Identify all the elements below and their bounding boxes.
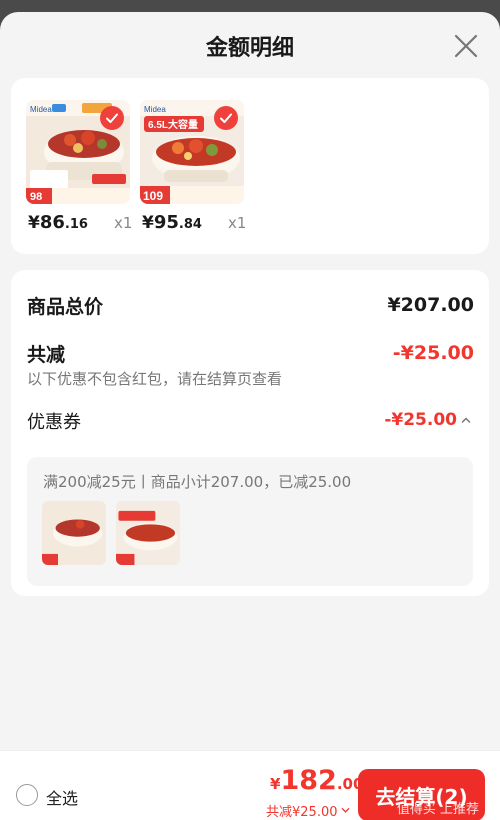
summary-card: 商品总价 ¥207.00 共减 -¥25.00 以下优惠不包含红包，请在结算页查… (11, 270, 489, 596)
coupon-detail-text: 满200减25元丨商品小计207.00，已减25.00 (43, 473, 352, 491)
sheet-title: 金额明细 (205, 36, 294, 61)
checkout-bar: 全选 ¥182.00 共减¥25.00 去结算(2) 值得买 上推荐 (0, 750, 500, 820)
product-item[interactable]: Midea 6.5L大容量 109 ¥95.84 x1 (140, 100, 246, 233)
check-icon (220, 113, 232, 123)
coupon-product-thumb (116, 501, 180, 565)
payable-total: ¥182.00 (270, 765, 364, 796)
product-price: ¥95.84 (142, 212, 202, 233)
select-all-radio[interactable] (16, 784, 38, 806)
checkout-button[interactable]: 去结算(2) 值得买 上推荐 (358, 769, 485, 820)
discount-summary-toggle[interactable]: 共减¥25.00 (266, 801, 350, 820)
product-image: Midea 98 (26, 100, 130, 204)
close-button[interactable] (452, 32, 480, 60)
discount-label: 共减 (27, 344, 66, 366)
product-image: Midea 6.5L大容量 109 (140, 100, 244, 204)
svg-text:109: 109 (143, 189, 163, 203)
coupon-toggle[interactable]: -¥25.00 (384, 410, 471, 430)
product-price: ¥86.16 (28, 212, 88, 233)
close-icon (454, 34, 478, 58)
chevron-down-icon (341, 808, 349, 813)
brand-logo: Midea (30, 105, 52, 114)
discount-note: 以下优惠不包含红包，请在结算页查看 (27, 370, 283, 388)
select-all-label[interactable]: 全选 (46, 785, 78, 809)
coupon-value: -¥25.00 (384, 410, 457, 430)
coupon-detail-box: 满200减25元丨商品小计207.00，已减25.00 (27, 457, 473, 586)
selected-check-badge[interactable] (214, 106, 238, 130)
product-item[interactable]: Midea 98 ¥86.16 x1 (26, 100, 132, 233)
discount-summary: 共减¥25.00 (266, 805, 338, 820)
coupon-label: 优惠券 (27, 412, 81, 433)
banner-text: 6.5L大容量 (148, 118, 198, 131)
watermark-text: 值得买 上推荐 (396, 802, 479, 817)
selected-check-badge[interactable] (100, 106, 124, 130)
chevron-up-icon (461, 417, 471, 423)
svg-text:Midea: Midea (144, 105, 166, 114)
sheet-header: 金额明细 (0, 12, 500, 78)
coupon-product-thumb (42, 501, 106, 565)
total-price-label: 商品总价 (27, 296, 104, 318)
amount-detail-sheet: 金额明细 Midea 98 ¥86.16 x1 Midea 6.5L大容量 10… (0, 12, 500, 820)
products-card: Midea 98 ¥86.16 x1 Midea 6.5L大容量 109 ¥95… (11, 78, 489, 254)
check-icon (106, 113, 118, 123)
total-price-value: ¥207.00 (387, 294, 474, 316)
product-quantity: x1 (228, 214, 247, 232)
product-quantity: x1 (114, 214, 133, 232)
discount-value: -¥25.00 (392, 342, 474, 364)
promo-tag: 98 (30, 191, 42, 203)
